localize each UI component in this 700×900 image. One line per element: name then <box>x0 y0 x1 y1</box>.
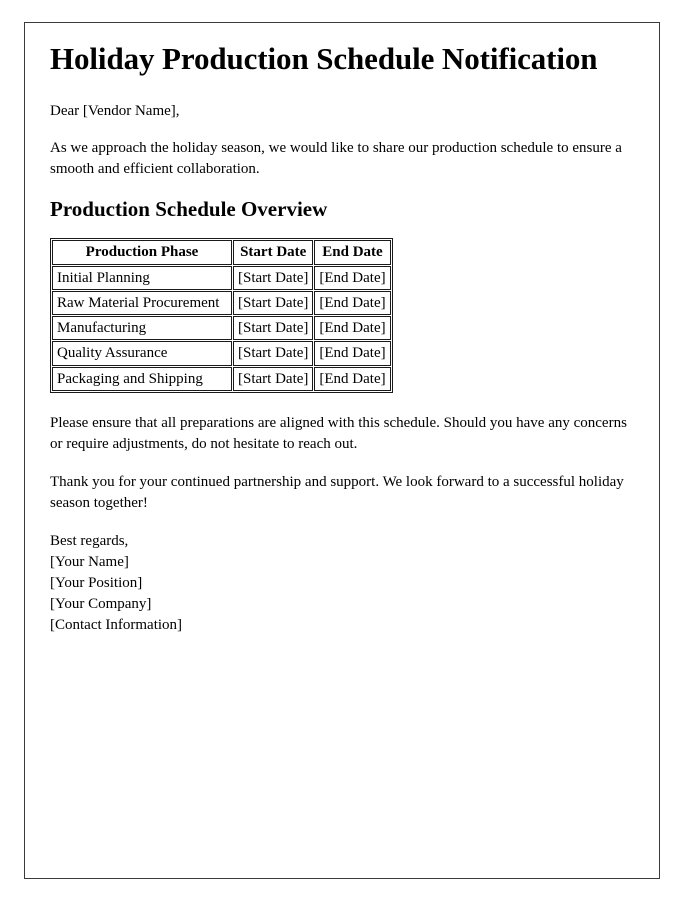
table-row: Initial Planning [Start Date] [End Date] <box>52 265 391 290</box>
table-body: Initial Planning [Start Date] [End Date]… <box>52 265 391 391</box>
intro-paragraph: As we approach the holiday season, we wo… <box>50 139 622 177</box>
cell-end-date: [End Date] <box>314 366 391 391</box>
cell-start-date: [Start Date] <box>233 265 314 290</box>
salutation-text: Dear [Vendor Name], <box>50 102 180 119</box>
cell-production-phase: Manufacturing <box>52 316 232 341</box>
cell-end-date: [End Date] <box>314 341 391 366</box>
cell-end-date: [End Date] <box>314 265 391 290</box>
document-body: Holiday Production Schedule Notification… <box>50 41 636 637</box>
cell-start-date: [Start Date] <box>233 366 314 391</box>
table-row: Quality Assurance [Start Date] [End Date… <box>52 341 391 366</box>
signature-block: Best regards, [Your Name] [Your Position… <box>50 532 636 637</box>
column-header-production-phase: Production Phase <box>52 240 232 265</box>
column-header-start-date: Start Date <box>233 240 314 265</box>
signature-name: [Your Name] <box>50 553 129 570</box>
production-schedule-table: Production Phase Start Date End Date Ini… <box>50 238 393 393</box>
cell-start-date: [Start Date] <box>233 290 314 316</box>
cell-production-phase: Raw Material Procurement <box>52 290 232 316</box>
signature-closing: Best regards, <box>50 532 129 549</box>
cell-end-date: [End Date] <box>314 316 391 341</box>
table-row: Raw Material Procurement [Start Date] [E… <box>52 290 391 316</box>
document-page: Holiday Production Schedule Notification… <box>24 22 660 879</box>
closing-paragraph-thanks: Thank you for your continued partnership… <box>50 474 624 512</box>
cell-production-phase: Packaging and Shipping <box>52 366 232 391</box>
table-header: Production Phase Start Date End Date <box>52 240 391 265</box>
section-heading-production-schedule: Production Schedule Overview <box>50 197 328 222</box>
cell-start-date: [Start Date] <box>233 316 314 341</box>
table-header-row: Production Phase Start Date End Date <box>52 240 391 265</box>
column-header-end-date: End Date <box>314 240 391 265</box>
cell-production-phase: Quality Assurance <box>52 341 232 366</box>
closing-paragraph-preparations: Please ensure that all preparations are … <box>50 414 627 452</box>
cell-production-phase: Initial Planning <box>52 265 232 290</box>
table-row: Packaging and Shipping [Start Date] [End… <box>52 366 391 391</box>
cell-end-date: [End Date] <box>314 290 391 316</box>
page-title: Holiday Production Schedule Notification <box>50 41 598 76</box>
table-row: Manufacturing [Start Date] [End Date] <box>52 316 391 341</box>
signature-contact: [Contact Information] <box>50 616 183 633</box>
cell-start-date: [Start Date] <box>233 341 314 366</box>
signature-company: [Your Company] <box>50 595 152 612</box>
signature-position: [Your Position] <box>50 574 143 591</box>
